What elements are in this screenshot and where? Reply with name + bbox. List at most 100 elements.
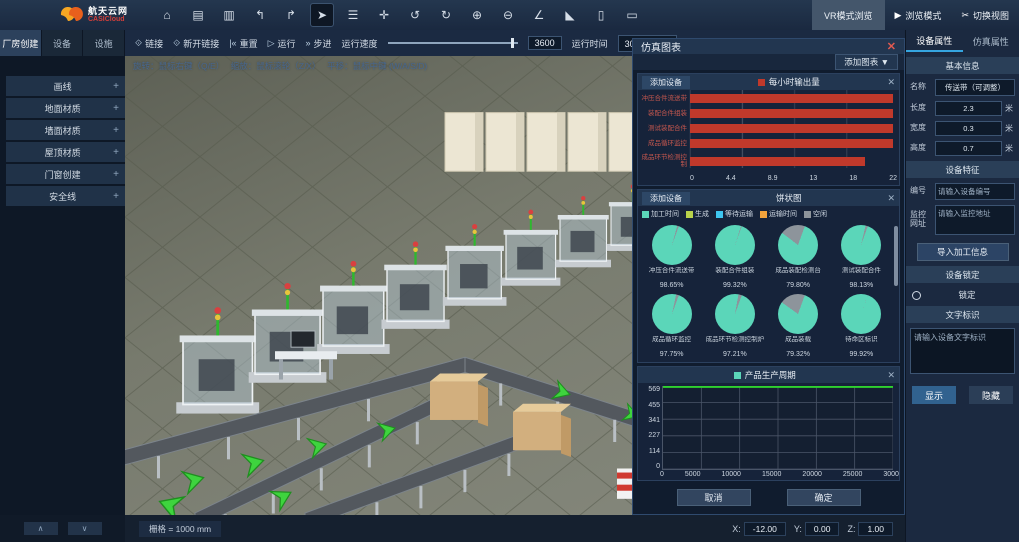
- bar-category-label: 测试装配合件: [640, 125, 690, 132]
- left-sidebar: 画线+地面材质+墙面材质+屋顶材质+门窗创建+安全线+: [0, 56, 125, 515]
- sidebar-item-3[interactable]: 屋顶材质+: [6, 142, 125, 162]
- tab-facility[interactable]: 设施: [83, 30, 125, 56]
- tab-factory-create[interactable]: 厂房创建: [0, 30, 42, 56]
- zoom-in-icon[interactable]: ⊕: [466, 4, 488, 26]
- close-icon[interactable]: ✕: [887, 40, 896, 53]
- y-value[interactable]: 0.00: [805, 522, 840, 536]
- collapse-up-button[interactable]: ∧: [24, 522, 58, 535]
- expand-icon[interactable]: +: [113, 81, 119, 92]
- width-field[interactable]: 0.3: [935, 121, 1002, 136]
- expand-icon[interactable]: +: [113, 103, 119, 114]
- import-process-info-button[interactable]: 导入加工信息: [917, 243, 1009, 261]
- confirm-button[interactable]: 确定: [787, 489, 861, 506]
- slider-handle[interactable]: [511, 38, 514, 48]
- zoom-out-icon[interactable]: ⊖: [497, 4, 519, 26]
- hide-button[interactable]: 隐藏: [969, 386, 1013, 404]
- scrollbar-thumb[interactable]: [894, 226, 898, 286]
- close-icon[interactable]: ✕: [887, 370, 895, 381]
- redo-icon[interactable]: ↱: [280, 4, 302, 26]
- fill-icon[interactable]: ◣: [559, 4, 581, 26]
- code-label: 编号: [910, 187, 932, 196]
- y-tick-label: 227: [640, 432, 660, 439]
- x-label: X:: [732, 524, 741, 534]
- bar: [690, 157, 865, 166]
- select-cursor-icon[interactable]: ➤: [311, 4, 333, 26]
- pie-percentage: 98.13%: [850, 282, 874, 289]
- x-tick-label: 3000: [883, 471, 899, 478]
- x-tick-label: 0: [690, 175, 694, 182]
- vr-mode-button[interactable]: VR模式浏览: [812, 0, 885, 30]
- sidebar-item-0[interactable]: 画线+: [6, 76, 125, 96]
- height-field[interactable]: 0.7: [935, 141, 1002, 156]
- browse-mode-button[interactable]: ▶ 浏览模式: [885, 9, 952, 22]
- save-icon[interactable]: ▤: [187, 4, 209, 26]
- z-value[interactable]: 1.00: [858, 522, 893, 536]
- add-chart-dropdown[interactable]: 添加图表 ▼: [835, 54, 898, 70]
- add-device-button[interactable]: 添加设备: [642, 76, 690, 89]
- new-link-icon: ⟐: [173, 38, 180, 49]
- list-icon[interactable]: ☰: [342, 4, 364, 26]
- close-icon[interactable]: ✕: [887, 193, 895, 204]
- add-device-button[interactable]: 添加设备: [642, 192, 690, 205]
- reset-button[interactable]: |« 重置: [229, 37, 257, 50]
- line-panel-header: 产品生产周期 ✕: [638, 367, 899, 383]
- sidebar-item-2[interactable]: 墙面材质+: [6, 120, 125, 140]
- line-chart-y-axis: 5694553412271140: [640, 386, 662, 470]
- close-icon[interactable]: ✕: [887, 77, 895, 88]
- speed-slider[interactable]: [388, 42, 518, 44]
- rotate-ccw-icon[interactable]: ↺: [404, 4, 426, 26]
- undo-icon[interactable]: ↰: [249, 4, 271, 26]
- step-icon: »: [306, 38, 311, 48]
- pie-chart-title: 饼状图: [776, 192, 802, 204]
- home-icon[interactable]: ⌂: [156, 4, 178, 26]
- x-value[interactable]: -12.00: [744, 522, 786, 536]
- link-button[interactable]: ⟐ 链接: [135, 37, 163, 50]
- new-link-button[interactable]: ⟐ 新开链接: [173, 37, 219, 50]
- y-tick-label: 341: [640, 417, 660, 424]
- chevron-down-icon: ▼: [881, 57, 889, 67]
- expand-icon[interactable]: +: [113, 125, 119, 136]
- tab-sim-properties[interactable]: 仿真属性: [963, 30, 1019, 52]
- measure-icon[interactable]: ∠: [528, 4, 550, 26]
- height-label: 高度: [910, 144, 932, 153]
- length-label: 长度: [910, 104, 932, 113]
- status-bar-left: ∧ ∨: [0, 515, 125, 542]
- length-field[interactable]: 2.3: [935, 101, 1002, 116]
- show-button[interactable]: 显示: [912, 386, 956, 404]
- speed-input[interactable]: 3600: [528, 36, 562, 50]
- switch-view-button[interactable]: ✂ 切换视图: [951, 9, 1019, 22]
- step-button[interactable]: » 步进: [306, 37, 332, 50]
- sidebar-item-4[interactable]: 门窗创建+: [6, 164, 125, 184]
- sidebar-item-1[interactable]: 地面材质+: [6, 98, 125, 118]
- pie-percentage: 99.32%: [723, 282, 747, 289]
- width-unit: 米: [1005, 123, 1015, 134]
- legend-item: 运输时间: [760, 209, 797, 219]
- y-tick-label: 455: [640, 402, 660, 409]
- mobile-icon[interactable]: ▯: [590, 4, 612, 26]
- expand-icon[interactable]: +: [113, 191, 119, 202]
- tab-device-properties[interactable]: 设备属性: [906, 30, 963, 52]
- name-field[interactable]: 传送带（可调整）: [935, 79, 1015, 96]
- move-icon[interactable]: ✛: [373, 4, 395, 26]
- sidebar-item-5[interactable]: 安全线+: [6, 186, 125, 206]
- lock-radio-label: 锁定: [921, 289, 1013, 301]
- add-chart-row: 添加图表 ▼: [633, 54, 904, 70]
- z-label: Z:: [847, 524, 855, 534]
- switch-view-icon: ✂: [961, 10, 969, 21]
- sim-chart-dialog: 仿真图表 ✕ 添加图表 ▼ 添加设备 每小时输出量 ✕ 冲压合件流送带装配合件组…: [632, 38, 905, 515]
- y-tick-label: 0: [640, 463, 660, 470]
- monitor-url-input[interactable]: 请输入监控地址: [935, 205, 1015, 235]
- rotate-cw-icon[interactable]: ↻: [435, 4, 457, 26]
- device-text-label-input[interactable]: 请输入设备文字标识: [910, 328, 1015, 374]
- tab-device[interactable]: 设备: [42, 30, 84, 56]
- lock-radio[interactable]: [912, 291, 921, 300]
- monitor-icon[interactable]: ▭: [621, 4, 643, 26]
- run-button[interactable]: ▷ 运行: [268, 37, 296, 50]
- expand-icon[interactable]: +: [113, 147, 119, 158]
- collapse-down-button[interactable]: ∨: [68, 522, 102, 535]
- cancel-button[interactable]: 取消: [677, 489, 751, 506]
- dialog-buttons: 取消 确定: [633, 481, 904, 516]
- save-as-icon[interactable]: ▥: [218, 4, 240, 26]
- device-code-input[interactable]: 请输入设备编号: [935, 183, 1015, 200]
- expand-icon[interactable]: +: [113, 169, 119, 180]
